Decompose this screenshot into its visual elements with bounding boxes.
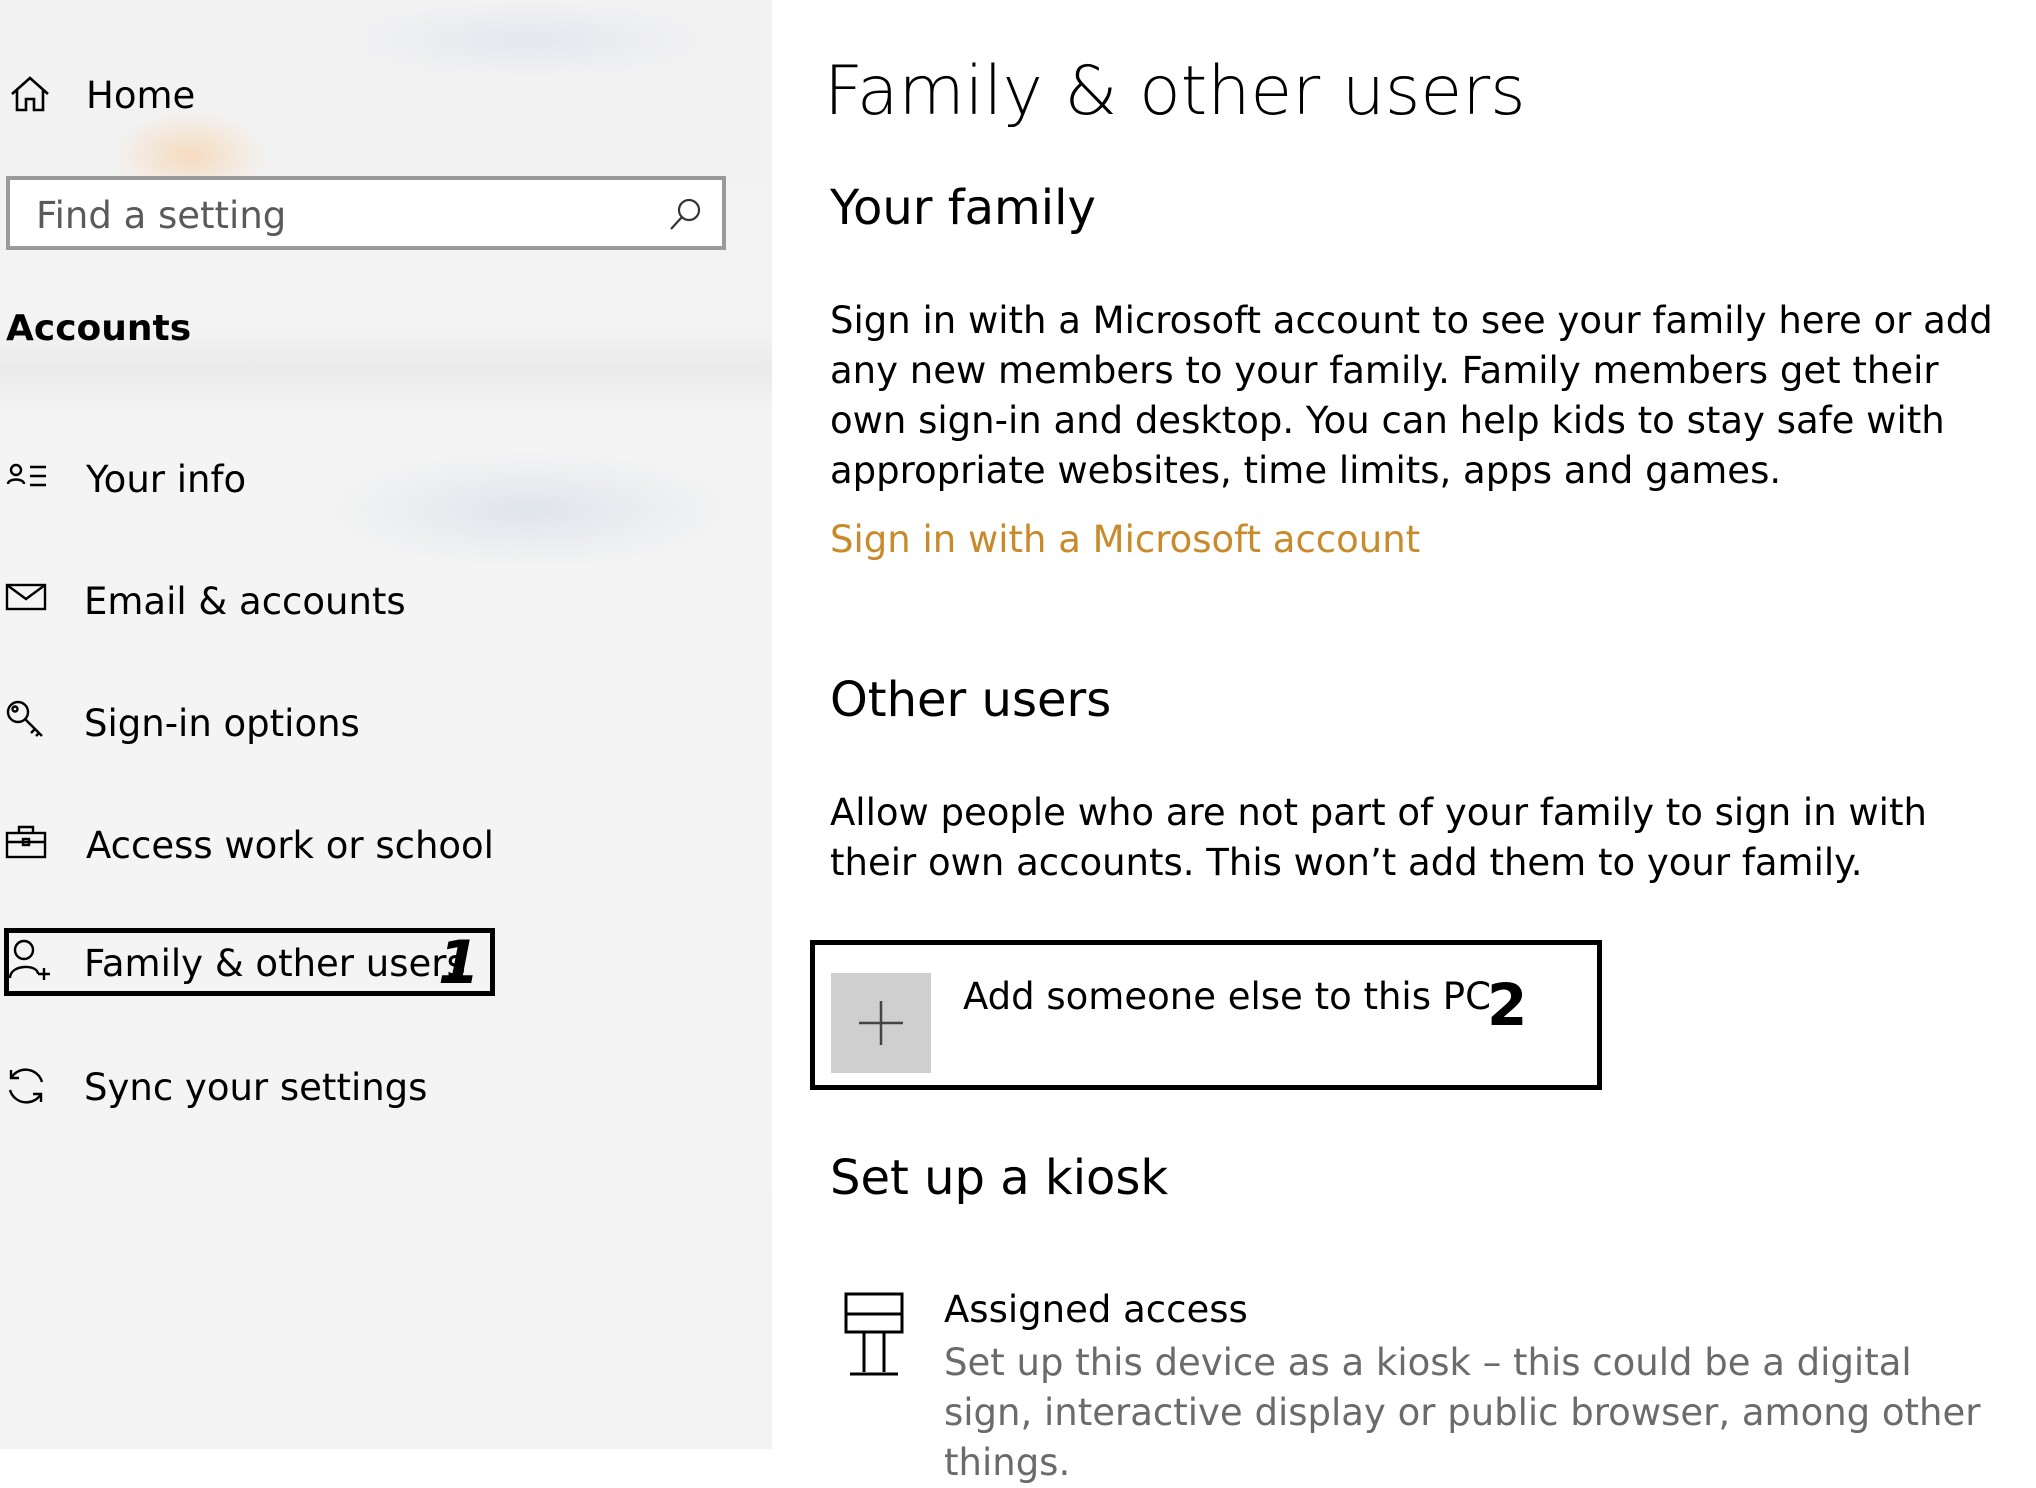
sign-in-microsoft-link[interactable]: Sign in with a Microsoft account bbox=[830, 518, 1420, 561]
search-icon[interactable] bbox=[668, 196, 704, 232]
key-icon bbox=[4, 698, 48, 742]
sidebar-item-sync-settings[interactable]: Sync your settings bbox=[0, 1056, 700, 1120]
mail-icon bbox=[4, 576, 48, 620]
add-someone-label: Add someone else to this PC bbox=[963, 975, 1491, 1018]
briefcase-icon bbox=[4, 820, 48, 864]
main-content: Family & other users Your family Sign in… bbox=[772, 0, 2036, 1484]
your-family-description: Sign in with a Microsoft account to see … bbox=[830, 299, 1993, 492]
sidebar: Home Accounts Your info bbox=[0, 0, 772, 1449]
sidebar-item-label: Your info bbox=[86, 458, 247, 501]
assigned-access-description: Set up this device as a kiosk – this cou… bbox=[944, 1341, 1981, 1484]
sidebar-item-label: Sync your settings bbox=[84, 1066, 428, 1109]
contact-card-icon bbox=[6, 458, 50, 502]
search-box[interactable] bbox=[6, 176, 726, 250]
section-title: Accounts bbox=[6, 308, 192, 349]
sidebar-item-access-work-or-school[interactable]: Access work or school bbox=[0, 814, 700, 878]
annotation-number: 1 bbox=[438, 928, 480, 998]
annotation-highlight-box bbox=[4, 928, 495, 996]
section-heading-your-family: Your family bbox=[830, 180, 1096, 236]
add-someone-button[interactable]: Add someone else to this PC 2 bbox=[810, 940, 1602, 1090]
section-heading-kiosk: Set up a kiosk bbox=[830, 1150, 1169, 1206]
sidebar-item-label: Access work or school bbox=[86, 824, 494, 867]
page-title: Family & other users bbox=[824, 52, 1526, 131]
sidebar-item-home[interactable]: Home bbox=[0, 66, 700, 126]
sidebar-item-label: Sign-in options bbox=[84, 702, 360, 745]
sidebar-item-email-accounts[interactable]: Email & accounts bbox=[0, 570, 700, 634]
sync-icon bbox=[4, 1064, 48, 1108]
search-input[interactable] bbox=[34, 188, 658, 242]
annotation-number: 2 bbox=[1487, 971, 1528, 1039]
section-heading-other-users: Other users bbox=[830, 672, 1112, 728]
sidebar-item-label: Home bbox=[86, 74, 196, 117]
sidebar-item-your-info[interactable]: Your info bbox=[0, 448, 700, 512]
home-icon bbox=[8, 72, 52, 116]
assigned-access-title: Assigned access bbox=[944, 1288, 1248, 1331]
other-users-description: Allow people who are not part of your fa… bbox=[830, 791, 1927, 884]
sidebar-item-label: Email & accounts bbox=[84, 580, 406, 623]
plus-icon bbox=[831, 973, 931, 1073]
kiosk-icon bbox=[838, 1290, 908, 1380]
sidebar-item-sign-in-options[interactable]: Sign-in options bbox=[0, 692, 700, 756]
